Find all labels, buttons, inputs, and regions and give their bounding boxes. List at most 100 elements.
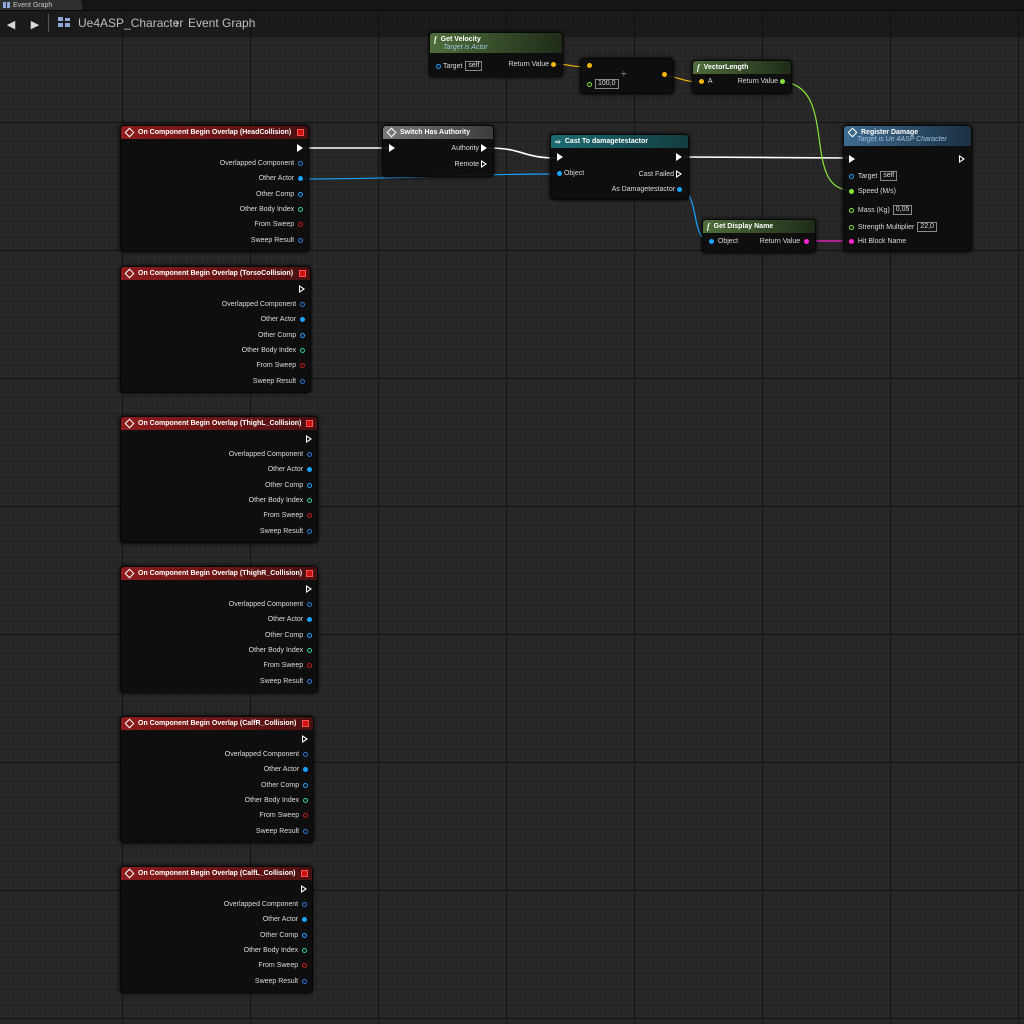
pin-output[interactable]: Other Body Index — [240, 206, 303, 213]
pin-a[interactable]: A — [699, 78, 713, 85]
close-icon[interactable] — [306, 570, 313, 577]
exec-pin-icon — [306, 435, 312, 443]
pin-output[interactable]: Other Body Index — [249, 497, 312, 504]
close-icon[interactable] — [301, 870, 308, 877]
pin-object[interactable]: Object — [709, 238, 738, 245]
pin-exec-in[interactable] — [389, 144, 395, 152]
pin-output[interactable]: Other Actor — [268, 466, 312, 473]
pin-output[interactable]: From Sweep — [254, 221, 303, 228]
strength-value[interactable]: 22,0 — [917, 222, 937, 232]
pin-output[interactable]: Other Comp — [260, 932, 307, 939]
pin-exec-out[interactable] — [306, 435, 312, 443]
mass-value[interactable]: 0,05 — [892, 205, 913, 215]
pin-output[interactable]: Sweep Result — [260, 528, 312, 535]
pin-output[interactable]: From Sweep — [263, 662, 312, 669]
pin-remote[interactable]: Remote — [455, 160, 487, 168]
pin-output[interactable]: From Sweep — [258, 962, 307, 969]
pin-label: Cast Failed — [638, 170, 675, 178]
pin-output[interactable]: Other Comp — [265, 482, 312, 489]
pin-exec-out[interactable] — [299, 285, 305, 293]
vector-pin-icon — [699, 79, 704, 84]
target-value[interactable]: self — [465, 61, 483, 71]
pin-return-value[interactable]: Return Value — [738, 78, 785, 85]
pin-output[interactable]: Other Actor — [263, 916, 307, 923]
pin-as-damagetestactor[interactable]: As Damagetestactor — [612, 186, 682, 193]
close-icon[interactable] — [299, 270, 306, 277]
exec-wire — [487, 147, 559, 159]
node-event-begin-overlap[interactable]: On Component Begin Overlap (ThighR_Colli… — [120, 566, 318, 693]
pin-exec-out[interactable] — [676, 153, 682, 161]
pin-output[interactable]: Other Body Index — [244, 947, 307, 954]
pin-exec-out[interactable] — [302, 735, 308, 743]
pin-output[interactable]: Other Comp — [258, 332, 305, 339]
pin-output[interactable]: Overlapped Component — [229, 451, 312, 458]
pin-output[interactable]: Other Actor — [264, 766, 308, 773]
node-event-begin-overlap[interactable]: On Component Begin Overlap (HeadCollisio… — [120, 125, 309, 252]
pin-return-value[interactable]: Return Value — [509, 61, 556, 68]
pin-output[interactable]: Other Comp — [256, 191, 303, 198]
pin-output[interactable]: Other Actor — [268, 616, 312, 623]
pin-speed[interactable]: Speed (M/s) — [849, 188, 896, 195]
pin-exec-out[interactable] — [306, 585, 312, 593]
pin-output[interactable]: Overlapped Component — [222, 301, 305, 308]
pin-output[interactable]: Sweep Result — [260, 678, 312, 685]
bool-pin-icon — [300, 363, 305, 369]
pin-target[interactable]: Target self — [849, 171, 898, 181]
node-event-begin-overlap[interactable]: On Component Begin Overlap (CalfR_Collis… — [120, 716, 314, 843]
node-event-begin-overlap[interactable]: On Component Begin Overlap (CalfL_Collis… — [120, 866, 313, 993]
pin-exec-out[interactable] — [959, 155, 965, 163]
node-switch-has-authority[interactable]: Switch Has Authority Authority Remote — [382, 125, 494, 177]
pin-output[interactable]: Other Comp — [265, 632, 312, 639]
pin-output[interactable]: Overlapped Component — [220, 160, 303, 167]
close-icon[interactable] — [297, 129, 304, 136]
pin-result[interactable] — [662, 72, 667, 77]
node-cast-to-damagetestactor[interactable]: ⇨ Cast To damagetestactor Object Cast Fai… — [550, 134, 689, 200]
pin-target[interactable]: Target self — [436, 61, 483, 71]
pin-return-value[interactable]: Return Value — [760, 238, 809, 245]
pin-strength-multiplier[interactable]: Strength Multiplier 22,0 — [849, 222, 937, 232]
pin-output[interactable]: Overlapped Component — [229, 601, 312, 608]
pin-label: From Sweep — [263, 512, 304, 520]
vector-pin-icon — [587, 63, 592, 68]
pin-output[interactable]: From Sweep — [256, 362, 305, 369]
node-event-begin-overlap[interactable]: On Component Begin Overlap (ThighL_Colli… — [120, 416, 318, 543]
pin-output[interactable]: Overlapped Component — [225, 751, 308, 758]
node-vector-length[interactable]: f VectorLength A Return Value — [692, 60, 792, 94]
node-get-velocity[interactable]: f Get Velocity Target is Actor Target self… — [429, 32, 563, 77]
divisor-value[interactable]: 100,0 — [595, 79, 619, 89]
struct-pin-icon — [298, 161, 303, 166]
pin-exec-in[interactable] — [557, 153, 563, 161]
pin-output[interactable]: Overlapped Component — [224, 901, 307, 908]
pin-output[interactable]: Sweep Result — [253, 378, 305, 385]
close-icon[interactable] — [306, 420, 313, 427]
close-icon[interactable] — [302, 720, 309, 727]
pin-output[interactable]: Other Body Index — [249, 647, 312, 654]
pin-exec-out[interactable] — [301, 885, 307, 893]
pin-output[interactable]: Other Body Index — [242, 347, 305, 354]
node-register-damage[interactable]: Register Damage Target is Ue 4ASP Charac… — [843, 125, 972, 252]
pin-output[interactable]: Sweep Result — [256, 828, 308, 835]
pin-exec-in[interactable] — [849, 155, 855, 163]
node-event-begin-overlap[interactable]: On Component Begin Overlap (TorsoCollisi… — [120, 266, 311, 393]
node-get-display-name[interactable]: f Get Display Name Object Return Value — [702, 219, 816, 253]
pin-output[interactable]: From Sweep — [263, 512, 312, 519]
pin-b[interactable]: 100,0 — [587, 79, 619, 89]
target-value[interactable]: self — [880, 171, 898, 181]
node-divide[interactable]: ÷ 100,0 — [580, 58, 674, 94]
pin-output[interactable]: Sweep Result — [255, 978, 307, 985]
pin-output[interactable]: Other Body Index — [245, 797, 308, 804]
pin-cast-failed[interactable]: Cast Failed — [639, 170, 682, 178]
pin-label: Overlapped Component — [221, 301, 297, 308]
pin-mass[interactable]: Mass (Kg) 0,05 — [849, 205, 913, 215]
pin-output[interactable]: Sweep Result — [251, 237, 303, 244]
object-pin-icon — [302, 917, 307, 923]
pin-output[interactable]: Other Comp — [261, 782, 308, 789]
pin-exec-out[interactable] — [297, 144, 303, 152]
pin-authority[interactable]: Authority — [451, 144, 487, 152]
pin-object[interactable]: Object — [557, 170, 584, 177]
pin-output[interactable]: Other Actor — [261, 316, 305, 323]
pin-hit-block-name[interactable]: Hit Block Name — [849, 238, 906, 245]
pin-a[interactable] — [587, 63, 592, 68]
pin-output[interactable]: Other Actor — [259, 175, 303, 182]
pin-output[interactable]: From Sweep — [259, 812, 308, 819]
